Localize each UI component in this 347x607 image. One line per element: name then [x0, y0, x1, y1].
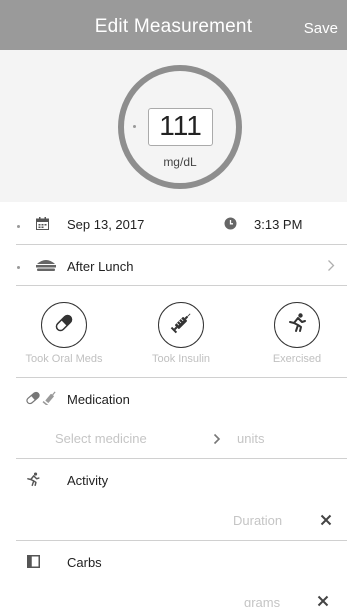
- carbs-title: Carbs: [67, 555, 102, 570]
- carbs-box-icon: [26, 554, 40, 568]
- pill-syringe-icon: [25, 391, 59, 405]
- activity-title: Activity: [67, 473, 109, 488]
- page-title: Edit Measurement: [94, 16, 253, 37]
- glucose-unit: mg/dL: [163, 155, 197, 169]
- took-oral-meds-label: Took Oral Meds: [25, 353, 103, 365]
- divider: [16, 458, 347, 459]
- datetime-row[interactable]: Sep 13, 2017 3:13 PM: [0, 202, 347, 244]
- units-field[interactable]: units: [237, 431, 264, 446]
- clock-icon: [224, 217, 237, 230]
- row-bullet: [17, 266, 20, 269]
- close-icon[interactable]: [319, 513, 333, 527]
- runner-icon: [286, 312, 308, 339]
- grams-field[interactable]: grams: [244, 595, 280, 607]
- runner-icon: [25, 471, 41, 488]
- divider: [16, 540, 347, 541]
- row-bullet: [17, 225, 20, 228]
- divider: [16, 377, 347, 378]
- syringe-icon: [168, 310, 194, 341]
- meal-label[interactable]: After Lunch: [67, 259, 134, 274]
- exercised-label: Exercised: [272, 353, 322, 365]
- calendar-icon: [36, 217, 49, 230]
- glucose-value[interactable]: 111: [148, 110, 213, 142]
- took-oral-meds-button[interactable]: [41, 302, 87, 348]
- chevron-right-icon[interactable]: [326, 258, 336, 272]
- exercised-button[interactable]: [274, 302, 320, 348]
- save-button[interactable]: Save: [304, 20, 338, 37]
- select-medicine-field[interactable]: Select medicine: [55, 431, 147, 446]
- meal-icon: [35, 257, 57, 272]
- header-bar: Edit Measurement Save: [0, 0, 347, 50]
- medication-title: Medication: [67, 392, 130, 407]
- chevron-right-icon[interactable]: [213, 432, 221, 445]
- reading-indicator-dot: [133, 125, 136, 128]
- date-value[interactable]: Sep 13, 2017: [67, 217, 144, 232]
- pill-icon: [52, 311, 76, 340]
- meal-row[interactable]: After Lunch: [0, 245, 347, 285]
- close-icon[interactable]: [316, 594, 330, 607]
- time-value[interactable]: 3:13 PM: [254, 217, 302, 232]
- reading-panel: 111 mg/dL: [0, 50, 347, 202]
- took-insulin-button[interactable]: [158, 302, 204, 348]
- took-insulin-label: Took Insulin: [151, 353, 211, 365]
- duration-field[interactable]: Duration: [233, 513, 282, 528]
- divider: [16, 285, 347, 286]
